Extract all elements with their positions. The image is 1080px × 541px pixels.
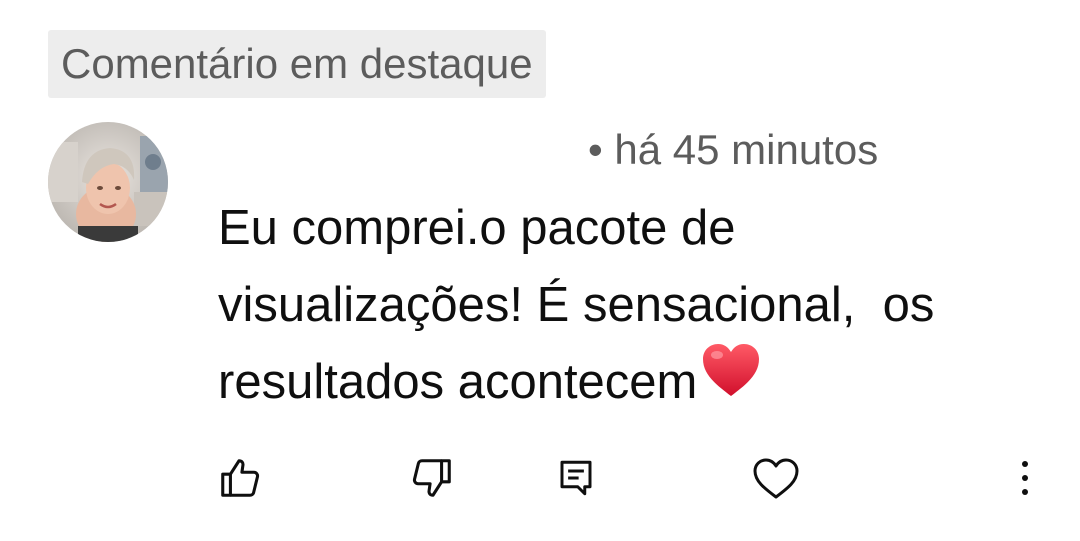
comment-timestamp: • há 45 minutos xyxy=(588,126,879,173)
highlighted-comment-badge: Comentário em destaque xyxy=(48,30,546,98)
more-vertical-icon xyxy=(1015,458,1035,498)
highlighted-comment: Comentário em destaque • há 45 minutos E… xyxy=(0,0,1080,541)
dislike-button[interactable] xyxy=(404,450,460,506)
more-options-button[interactable] xyxy=(997,450,1053,506)
thumbs-up-icon xyxy=(217,455,263,501)
avatar-image xyxy=(48,122,168,242)
comment-text: Eu comprei.o pacote de visualizações! É … xyxy=(218,201,948,409)
thumbs-down-icon xyxy=(409,455,455,501)
avatar[interactable] xyxy=(48,122,168,242)
heart-outline-icon xyxy=(752,455,800,501)
red-heart-emoji-icon xyxy=(701,342,761,421)
reply-button[interactable] xyxy=(548,450,604,506)
comment-body: Eu comprei.o pacote de visualizações! É … xyxy=(218,190,1038,425)
like-button[interactable] xyxy=(212,450,268,506)
comment-icon xyxy=(555,457,597,499)
heart-button[interactable] xyxy=(748,450,804,506)
